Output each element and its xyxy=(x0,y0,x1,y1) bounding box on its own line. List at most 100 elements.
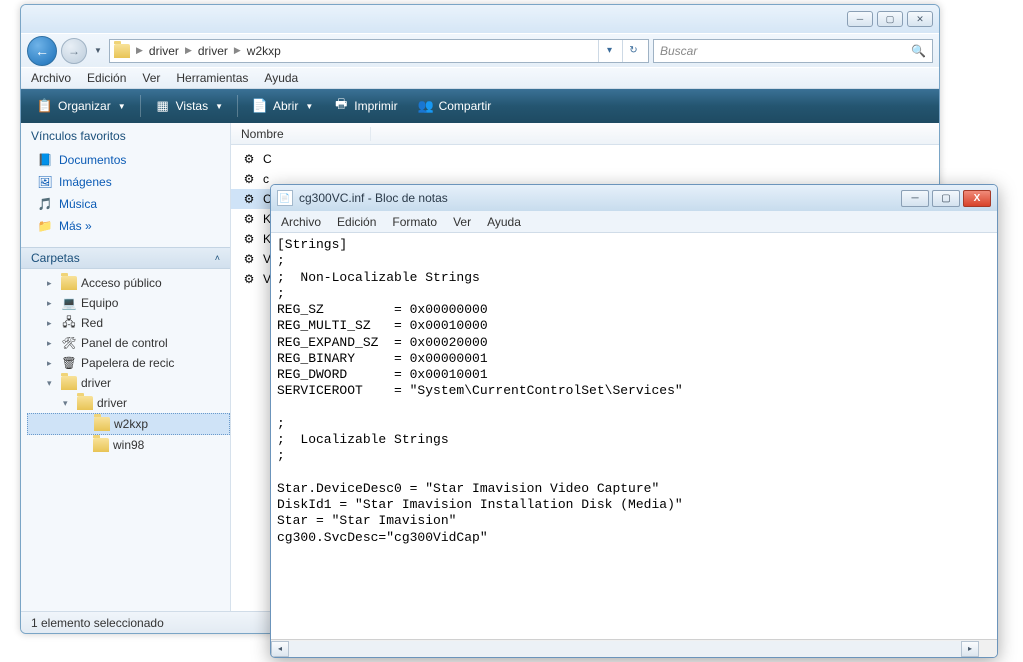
close-button[interactable]: X xyxy=(963,190,991,207)
address-dropdown[interactable]: ▾ xyxy=(598,40,620,62)
tree-item[interactable]: w2kxp xyxy=(27,413,230,435)
notepad-title: cg300VC.inf - Bloc de notas xyxy=(299,191,895,205)
tree-item[interactable]: ▸Acceso público xyxy=(27,273,230,293)
expander-icon[interactable]: ▸ xyxy=(47,278,57,289)
folder-tree: ▸Acceso público▸💻Equipo▸🖧Red▸🛠Panel de c… xyxy=(21,269,230,459)
breadcrumb[interactable]: w2kxp xyxy=(247,44,281,58)
expander-icon[interactable]: ▸ xyxy=(47,298,57,309)
file-icon: ⚙ xyxy=(241,271,257,287)
minimize-button[interactable]: ─ xyxy=(847,11,873,27)
sidebar-item-musica[interactable]: 🎵 Música xyxy=(37,193,230,215)
refresh-button[interactable]: ↻ xyxy=(622,40,644,62)
tree-item[interactable]: ▸💻Equipo xyxy=(27,293,230,313)
chevron-down-icon: ▼ xyxy=(215,102,223,111)
search-icon: 🔍 xyxy=(911,44,926,58)
tree-item[interactable]: win98 xyxy=(27,435,230,455)
folder-icon xyxy=(94,416,110,432)
breadcrumb[interactable]: driver xyxy=(149,44,179,58)
explorer-titlebar[interactable]: ─ ▢ ✕ xyxy=(21,5,939,33)
organize-icon: 📋 xyxy=(37,98,53,114)
notepad-content[interactable]: [Strings] ; ; Non-Localizable Strings ; … xyxy=(271,233,997,639)
close-button[interactable]: ✕ xyxy=(907,11,933,27)
sidebar-item-documentos[interactable]: 📘 Documentos xyxy=(37,149,230,171)
file-icon: ⚙ xyxy=(241,251,257,267)
minimize-button[interactable]: ─ xyxy=(901,190,929,207)
more-icon: 📁 xyxy=(37,218,53,234)
menu-herramientas[interactable]: Herramientas xyxy=(176,71,248,85)
folder-icon xyxy=(114,44,130,58)
maximize-button[interactable]: ▢ xyxy=(932,190,960,207)
tree-label: Papelera de recic xyxy=(81,356,174,370)
expander-icon[interactable]: ▾ xyxy=(63,398,73,409)
status-text: 1 elemento seleccionado xyxy=(31,616,164,630)
address-bar[interactable]: ▶ driver ▶ driver ▶ w2kxp ▾ ↻ xyxy=(109,39,649,63)
tree-item[interactable]: ▾driver xyxy=(27,393,230,413)
tree-item[interactable]: ▸🗑Papelera de recic xyxy=(27,353,230,373)
separator xyxy=(140,95,141,117)
menu-ayuda[interactable]: Ayuda xyxy=(264,71,298,85)
column-nombre[interactable]: Nombre xyxy=(231,127,371,141)
network-icon: 🖧 xyxy=(61,315,77,331)
tree-item[interactable]: ▸🛠Panel de control xyxy=(27,333,230,353)
chevron-right-icon: ▶ xyxy=(136,45,143,56)
tree-label: Red xyxy=(81,316,103,330)
sidebar-item-imagenes[interactable]: 🖼 Imágenes xyxy=(37,171,230,193)
tree-item[interactable]: ▾driver xyxy=(27,373,230,393)
back-button[interactable]: ← xyxy=(27,36,57,66)
search-input[interactable]: Buscar 🔍 xyxy=(653,39,933,63)
sidebar-item-mas[interactable]: 📁 Más » xyxy=(37,215,230,237)
file-icon: ⚙ xyxy=(241,231,257,247)
music-icon: 🎵 xyxy=(37,196,53,212)
scroll-left-button[interactable]: ◂ xyxy=(271,641,289,657)
open-button[interactable]: 📄 Abrir ▼ xyxy=(244,93,321,119)
scroll-right-button[interactable]: ▸ xyxy=(961,641,979,657)
print-button[interactable]: 🖶 Imprimir xyxy=(325,93,405,119)
file-row[interactable]: ⚙C xyxy=(231,149,939,169)
notepad-window: 📄 cg300VC.inf - Bloc de notas ─ ▢ X Arch… xyxy=(270,184,998,658)
nav-row: ← → ▼ ▶ driver ▶ driver ▶ w2kxp ▾ ↻ Busc… xyxy=(21,33,939,67)
forward-button[interactable]: → xyxy=(61,38,87,64)
pictures-icon: 🖼 xyxy=(37,174,53,190)
horizontal-scrollbar[interactable]: ◂ ▸ xyxy=(271,639,997,657)
folder-icon xyxy=(61,275,77,291)
menu-archivo[interactable]: Archivo xyxy=(31,71,71,85)
explorer-menu: Archivo Edición Ver Herramientas Ayuda xyxy=(21,67,939,89)
expander-icon[interactable]: ▸ xyxy=(47,318,57,329)
share-button[interactable]: 👥 Compartir xyxy=(410,93,500,119)
menu-ver[interactable]: Ver xyxy=(453,215,471,229)
column-headers: Nombre xyxy=(231,123,939,145)
menu-edicion[interactable]: Edición xyxy=(337,215,376,229)
menu-ayuda[interactable]: Ayuda xyxy=(487,215,521,229)
menu-ver[interactable]: Ver xyxy=(142,71,160,85)
file-icon: ⚙ xyxy=(241,171,257,187)
file-icon: ⚙ xyxy=(241,211,257,227)
chevron-right-icon: ▶ xyxy=(234,45,241,56)
folders-header[interactable]: Carpetas ˄ xyxy=(21,247,230,269)
chevron-right-icon: ▶ xyxy=(185,45,192,56)
tree-item[interactable]: ▸ 🖧 Red xyxy=(27,313,230,333)
notepad-icon: 📄 xyxy=(277,190,293,206)
views-button[interactable]: ▦ Vistas ▼ xyxy=(147,93,231,119)
notepad-menu: Archivo Edición Formato Ver Ayuda xyxy=(271,211,997,233)
nav-history-dropdown[interactable]: ▼ xyxy=(91,38,105,64)
documents-icon: 📘 xyxy=(37,152,53,168)
menu-archivo[interactable]: Archivo xyxy=(281,215,321,229)
file-name: C xyxy=(263,152,272,166)
maximize-button[interactable]: ▢ xyxy=(877,11,903,27)
menu-edicion[interactable]: Edición xyxy=(87,71,126,85)
expander-icon[interactable]: ▸ xyxy=(47,338,57,349)
file-icon: ⚙ xyxy=(241,151,257,167)
tree-label: Panel de control xyxy=(81,336,168,350)
search-placeholder: Buscar xyxy=(660,44,697,58)
notepad-titlebar[interactable]: 📄 cg300VC.inf - Bloc de notas ─ ▢ X xyxy=(271,185,997,211)
menu-formato[interactable]: Formato xyxy=(392,215,437,229)
expander-icon[interactable]: ▾ xyxy=(47,378,57,389)
scroll-track[interactable] xyxy=(289,641,961,657)
tree-label: Equipo xyxy=(81,296,118,310)
chevron-down-icon: ▼ xyxy=(305,102,313,111)
breadcrumb[interactable]: driver xyxy=(198,44,228,58)
folder-icon xyxy=(61,375,77,391)
expander-icon[interactable]: ▸ xyxy=(47,358,57,369)
file-icon: ⚙ xyxy=(241,191,257,207)
organize-button[interactable]: 📋 Organizar ▼ xyxy=(29,93,134,119)
